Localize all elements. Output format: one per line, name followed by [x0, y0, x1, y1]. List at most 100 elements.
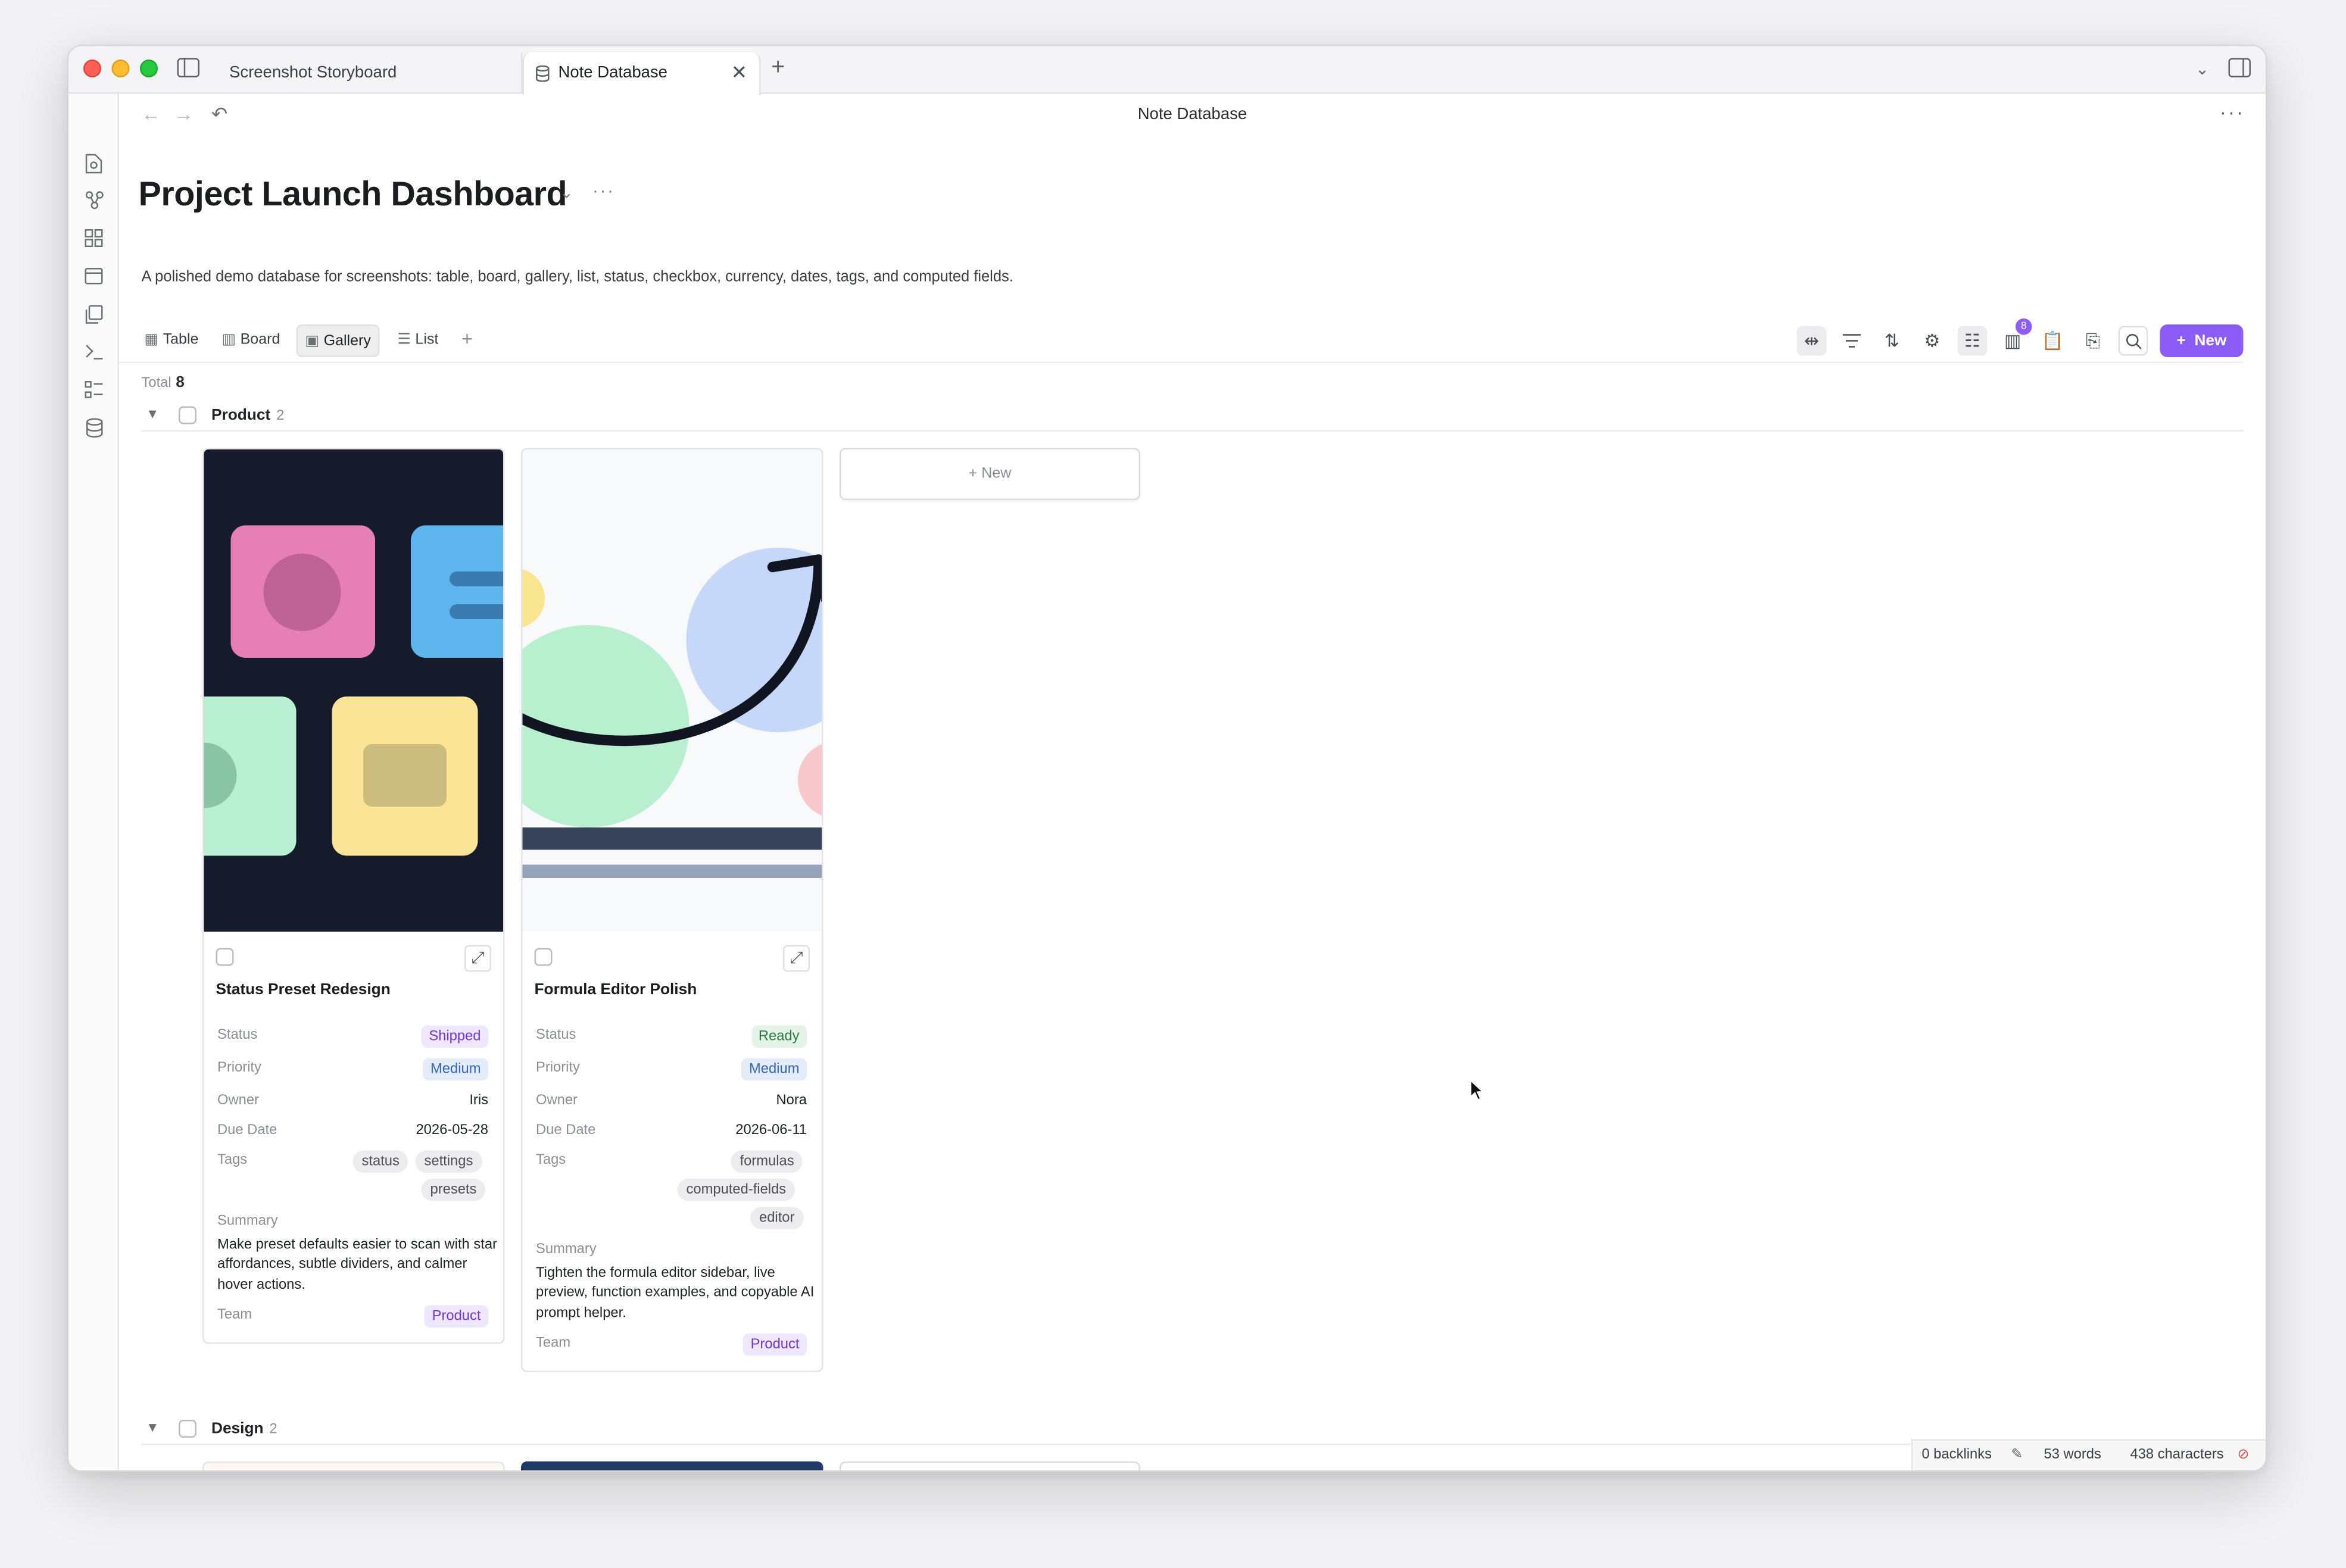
chevron-down-icon[interactable]: ⌄ — [2195, 58, 2209, 82]
group-name: Product 2 — [211, 407, 284, 424]
due-date-value: 2026-06-11 — [735, 1122, 807, 1139]
card-title[interactable]: Status Preset Redesign — [216, 981, 391, 999]
right-sidebar-toggle-icon[interactable] — [2228, 58, 2251, 84]
mouse-cursor-icon — [1470, 1079, 1485, 1109]
tab-label: Note Database — [558, 64, 667, 82]
due-date-label: Due Date — [217, 1122, 277, 1139]
export-icon[interactable]: ⎘ — [2078, 326, 2108, 356]
group-select-checkbox[interactable] — [179, 406, 196, 424]
card-checkbox[interactable] — [216, 948, 234, 966]
left-rail — [68, 93, 119, 1470]
group-header-product[interactable]: ▼ Product 2 — [141, 402, 2244, 432]
group-name-text: Product — [211, 406, 271, 424]
view-label: List — [415, 332, 439, 349]
character-count: 438 characters — [2130, 1447, 2224, 1463]
priority-badge[interactable]: Medium — [423, 1058, 488, 1080]
status-badge[interactable]: Shipped — [421, 1025, 488, 1048]
calendar-icon[interactable] — [82, 267, 106, 291]
tag-chip[interactable]: presets — [421, 1179, 486, 1201]
tags-label: Tags — [217, 1152, 248, 1169]
new-tab-icon[interactable]: + — [771, 56, 785, 80]
view-label: Gallery — [323, 333, 371, 350]
priority-badge[interactable]: Medium — [741, 1058, 807, 1080]
gallery-card[interactable] — [202, 1461, 505, 1470]
total-label: Total — [141, 375, 171, 392]
graph-icon[interactable] — [82, 190, 106, 214]
table-icon: ▦ — [144, 332, 159, 349]
tab-screenshot-storyboard[interactable]: Screenshot Storyboard — [217, 52, 523, 94]
total-value: 8 — [176, 373, 185, 392]
sidebar-toggle-icon[interactable] — [177, 58, 199, 84]
group-count: 2 — [276, 408, 285, 424]
close-window-button[interactable] — [83, 60, 101, 77]
collapse-caret-icon[interactable]: ▼ — [146, 407, 159, 421]
tag-chip[interactable]: settings — [415, 1150, 482, 1173]
tab-list-view[interactable]: ☰ List — [390, 324, 446, 357]
app-window: Screenshot Storyboard Note Database ✕ + … — [67, 45, 2267, 1472]
more-options-icon[interactable]: ··· — [2220, 100, 2245, 124]
group-name: Design 2 — [211, 1420, 277, 1438]
team-badge[interactable]: Product — [425, 1305, 488, 1328]
backlinks-count[interactable]: 0 backlinks — [1922, 1441, 1992, 1470]
settings-gear-icon[interactable]: ⚙ — [1917, 326, 1947, 356]
word-count: 53 words — [2044, 1447, 2101, 1463]
tag-chip[interactable]: formulas — [731, 1150, 803, 1173]
sort-icon[interactable]: ⇅ — [1877, 326, 1907, 356]
new-button-label: New — [2194, 332, 2227, 350]
collapse-caret-icon[interactable]: ▼ — [146, 1420, 159, 1435]
card-cover-image — [522, 449, 822, 932]
database-title[interactable]: Project Launch Dashboard — [139, 174, 567, 215]
tab-note-database[interactable]: Note Database ✕ — [522, 52, 761, 95]
terminal-icon[interactable] — [82, 342, 106, 366]
properties-count-badge: 8 — [2016, 318, 2032, 335]
add-card-button[interactable]: + New — [840, 1461, 1140, 1470]
gallery-card[interactable]: ⤢ Formula Editor Polish Status Ready Pri… — [521, 448, 823, 1372]
priority-label: Priority — [217, 1060, 261, 1076]
tab-table-view[interactable]: ▦ Table — [137, 324, 206, 357]
database-icon[interactable] — [82, 418, 106, 442]
dashboard-icon[interactable] — [82, 229, 106, 253]
clipboard-icon[interactable]: 📋 — [2038, 326, 2068, 356]
card-title[interactable]: Formula Editor Polish — [535, 981, 697, 999]
properties-columns-icon[interactable]: ▥ 8 — [1998, 318, 2032, 356]
minimize-window-button[interactable] — [111, 60, 130, 77]
database-toolbar: ⇹ ⇅ ⚙ ☷ ▥ 8 📋 ⎘ + New — [1796, 318, 2244, 357]
total-count: Total 8 — [142, 374, 185, 392]
file-search-icon[interactable] — [82, 154, 106, 177]
gallery-card[interactable]: ⤢ Status Preset Redesign Status Shipped … — [202, 448, 505, 1344]
group-select-checkbox[interactable] — [179, 1420, 196, 1438]
expand-icon[interactable]: ⤢ — [783, 945, 810, 972]
add-view-icon[interactable]: + — [461, 327, 473, 350]
close-tab-icon[interactable]: ✕ — [731, 52, 747, 94]
gallery-card[interactable] — [521, 1461, 823, 1470]
title-more-icon[interactable]: ··· — [592, 180, 615, 201]
navigation-row: ← → ↶ Note Database ··· — [119, 94, 2266, 139]
summary-label: Summary — [217, 1213, 278, 1230]
sync-off-icon[interactable]: ⊘ — [2238, 1441, 2250, 1470]
new-record-button[interactable]: + New — [2160, 324, 2244, 357]
tag-chip[interactable]: computed-fields — [677, 1179, 795, 1201]
checklist-icon[interactable] — [82, 381, 106, 405]
tab-board-view[interactable]: ▥ Board — [214, 324, 288, 357]
search-icon[interactable] — [2118, 326, 2148, 356]
edit-pencil-icon[interactable]: ✎ — [2011, 1441, 2023, 1470]
copy-icon[interactable] — [82, 305, 106, 329]
filter-icon[interactable] — [1837, 326, 1867, 356]
due-date-label: Due Date — [536, 1122, 596, 1139]
fit-width-icon[interactable]: ⇹ — [1796, 326, 1827, 356]
tag-chip[interactable]: status — [352, 1150, 408, 1173]
card-checkbox[interactable] — [534, 948, 553, 966]
add-card-button[interactable]: + New — [840, 448, 1140, 500]
tag-chip[interactable]: editor — [750, 1207, 804, 1229]
team-badge[interactable]: Product — [743, 1333, 807, 1356]
card-cover-image — [204, 449, 503, 932]
priority-label: Priority — [536, 1060, 580, 1076]
group-icon[interactable]: ☷ — [1957, 326, 1988, 356]
chevron-down-icon[interactable]: ⌄ — [560, 183, 573, 202]
status-badge[interactable]: Ready — [751, 1025, 807, 1048]
expand-icon[interactable]: ⤢ — [464, 945, 491, 972]
database-icon — [536, 52, 550, 100]
tab-gallery-view[interactable]: ▣ Gallery — [296, 324, 380, 357]
gallery-icon: ▣ — [305, 333, 320, 350]
zoom-window-button[interactable] — [140, 60, 158, 77]
